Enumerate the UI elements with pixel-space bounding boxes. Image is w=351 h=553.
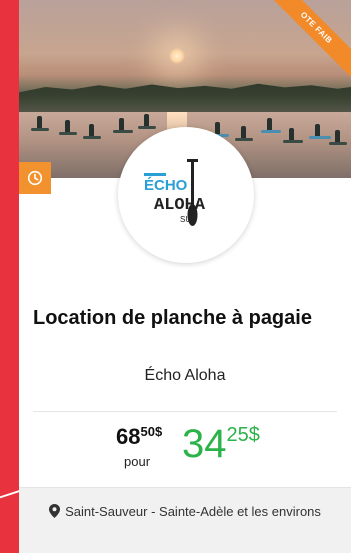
vendor-name: Écho Aloha <box>144 367 226 384</box>
board <box>83 136 101 139</box>
location-text: Saint-Sauveur - Sainte-Adèle et les envi… <box>65 504 321 519</box>
deal-price-dec: 25$ <box>226 424 260 446</box>
paddler <box>37 116 42 128</box>
corner-ribbon: OTE FAIB <box>262 0 351 82</box>
paddler <box>215 122 220 134</box>
board <box>59 132 77 135</box>
divider <box>33 411 337 412</box>
deal-title[interactable]: Location de planche à pagaie <box>19 307 351 337</box>
paddler <box>315 124 320 136</box>
sun <box>169 48 185 64</box>
board <box>138 126 156 129</box>
logo-accent <box>144 173 166 176</box>
paddler <box>119 118 124 130</box>
deal-card[interactable]: OTE FAIB ÉCHO ALOHA SUP Location de plan… <box>19 0 351 553</box>
original-price-int: 68 <box>116 424 141 449</box>
paddler <box>241 126 246 138</box>
logo-line2: ALOHA <box>154 196 206 215</box>
merchant-logo: ÉCHO ALOHA SUP <box>118 127 254 263</box>
location-bar: Saint-Sauveur - Sainte-Adèle et les envi… <box>19 487 351 553</box>
board <box>261 130 281 133</box>
board <box>283 140 303 143</box>
paddler <box>65 120 70 132</box>
board <box>329 142 347 145</box>
deal-price: 3425$ <box>182 422 260 466</box>
price-block: 6850$ pour 3425$ <box>19 420 351 482</box>
board <box>309 136 331 139</box>
original-price-dec: 50$ <box>140 424 163 439</box>
original-price: 6850$ <box>116 424 162 450</box>
map-pin-icon <box>49 504 61 518</box>
board <box>235 138 253 141</box>
logo-line1: ÉCHO <box>144 177 188 194</box>
paddle-icon <box>187 159 198 226</box>
clock-badge <box>19 162 51 194</box>
paddler <box>144 114 149 126</box>
paddler <box>335 130 340 142</box>
paddler <box>89 124 94 136</box>
board <box>113 130 133 133</box>
treeline <box>19 83 351 114</box>
board <box>31 128 49 131</box>
pour-label: pour <box>124 454 151 469</box>
paddler <box>267 118 272 130</box>
echo-aloha-logo: ÉCHO ALOHA SUP <box>144 159 206 226</box>
clock-icon <box>27 170 43 186</box>
paddler <box>289 128 294 140</box>
deal-price-int: 34 <box>182 422 227 466</box>
